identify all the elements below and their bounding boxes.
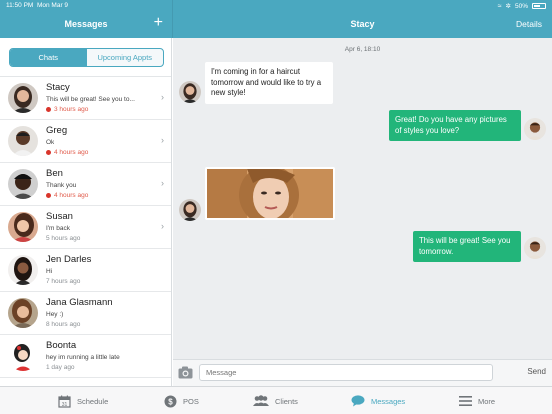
tab-pos[interactable]: $ POS [164, 387, 199, 414]
chevron-right-icon: › [161, 178, 164, 188]
message-time: 8 hours ago [46, 321, 81, 328]
avatar [179, 81, 201, 103]
contact-name: Greg [46, 125, 68, 136]
status-time: 11:50 PM Mon Mar 9 [6, 2, 68, 9]
avatar [8, 126, 38, 156]
message-preview: Hi [46, 268, 53, 275]
conversation-thread: Apr 6, 18:10 I'm coming in for a haircut… [173, 38, 552, 359]
avatar [179, 199, 201, 221]
chevron-right-icon: › [161, 92, 164, 102]
message-time: 7 hours ago [46, 278, 81, 285]
tab-label: Messages [371, 396, 406, 406]
conversation-item-susan[interactable]: Susan I'm back 5 hours ago › [0, 206, 171, 249]
tab-clients[interactable]: Clients [253, 387, 298, 414]
svg-text:31: 31 [62, 402, 68, 408]
tab-label: Schedule [77, 396, 109, 406]
wifi-icon: ≈ [497, 2, 502, 10]
message-input[interactable] [199, 364, 493, 381]
conversation-item-jana-glasmann[interactable]: Jana Glasmann Hey :) 8 hours ago [0, 292, 171, 335]
messaging-app: 11:50 PM Mon Mar 9 ≈ ✲ 50% Messages + St… [0, 0, 552, 414]
contact-name: Susan [46, 211, 73, 222]
top-bar: 11:50 PM Mon Mar 9 ≈ ✲ 50% Messages + St… [0, 0, 552, 38]
avatar [524, 118, 546, 140]
message-time: 3 hours ago [54, 106, 89, 113]
conversation-header: Stacy Details [173, 12, 552, 38]
tab-label: More [478, 396, 496, 406]
status-bar: 11:50 PM Mon Mar 9 ≈ ✲ 50% [0, 0, 552, 12]
battery-percent: 50% [514, 2, 528, 10]
message-preview: Thank you [46, 182, 77, 189]
upcoming-appts-segment[interactable]: Upcoming Appts [87, 49, 164, 66]
menu-icon [459, 396, 472, 406]
chat-bubble-icon [351, 395, 365, 407]
avatar [8, 298, 38, 328]
svg-text:$: $ [168, 397, 173, 406]
calendar-icon: 31 [58, 395, 71, 408]
details-button[interactable]: Details [516, 19, 542, 29]
tab-bar: 31 Schedule $ POS Clients Messages More [0, 386, 552, 414]
chevron-right-icon: › [161, 135, 164, 145]
incoming-message-bubble: I'm coming in for a haircut tomorrow and… [205, 62, 333, 104]
message-time: 5 hours ago [46, 235, 81, 242]
unread-dot [46, 150, 51, 155]
contact-name: Stacy [46, 82, 70, 93]
avatar [8, 83, 38, 113]
message-composer: Send [173, 359, 552, 386]
contact-name: Jana Glasmann [46, 297, 113, 308]
conversation-list: Stacy This will be great! See you to... … [0, 76, 171, 378]
message-preview: I'm back [46, 225, 70, 232]
status-right: ≈ ✲ 50% [498, 2, 546, 10]
woman-portrait-photo[interactable] [205, 167, 335, 220]
conversation-item-ben[interactable]: Ben Thank you 4 hours ago › [0, 163, 171, 206]
message-preview: This will be great! See you to... [46, 96, 135, 103]
avatar [524, 237, 546, 259]
tab-messages[interactable]: Messages [351, 387, 405, 414]
outgoing-message-bubble: Great! Do you have any pictures of style… [389, 110, 521, 141]
conversation-title: Stacy [350, 19, 375, 29]
plus-icon[interactable]: + [154, 15, 163, 31]
segmented-control: Chats Upcoming Appts [9, 48, 164, 67]
outgoing-message-bubble: This will be great! See you tomorrow. [413, 231, 521, 262]
bluetooth-icon: ✲ [505, 3, 511, 10]
contact-name: Jen Darles [46, 254, 92, 265]
message-preview: Ok [46, 139, 55, 146]
battery-icon [532, 3, 546, 9]
message-time: 4 hours ago [54, 149, 89, 156]
tab-label: Clients [275, 396, 298, 406]
message-preview: hey im running a little late [46, 354, 120, 361]
unread-dot [46, 107, 51, 112]
date-stamp: Apr 6, 18:10 [344, 46, 381, 53]
people-icon [253, 395, 269, 407]
status-date: Mon Mar 9 [36, 2, 69, 9]
tab-label: POS [183, 396, 199, 406]
message-preview: Hey :) [46, 311, 64, 318]
message-time: 1 day ago [46, 364, 75, 371]
messages-title: Messages [64, 19, 108, 29]
tab-more[interactable]: More [459, 387, 495, 414]
message-time: 4 hours ago [54, 192, 89, 199]
camera-icon[interactable] [178, 366, 193, 379]
avatar [8, 255, 38, 285]
conversation-item-boonta[interactable]: Boonta hey im running a little late 1 da… [0, 335, 171, 378]
contact-name: Boonta [46, 340, 77, 351]
status-clock: 11:50 PM [6, 2, 34, 9]
tab-schedule[interactable]: 31 Schedule [58, 387, 108, 414]
avatar [8, 212, 38, 242]
chevron-right-icon: › [161, 221, 164, 231]
dollar-icon: $ [164, 395, 177, 408]
conversation-item-jen-darles[interactable]: Jen Darles Hi 7 hours ago [0, 249, 171, 292]
send-button[interactable]: Send [527, 367, 546, 376]
unread-dot [46, 193, 51, 198]
avatar [8, 341, 38, 371]
conversation-list-panel: Chats Upcoming Appts Stacy This will be … [0, 38, 172, 386]
avatar [8, 169, 38, 199]
messages-header: Messages + [0, 12, 172, 38]
chats-segment[interactable]: Chats [10, 49, 87, 66]
conversation-item-stacy[interactable]: Stacy This will be great! See you to... … [0, 77, 171, 120]
contact-name: Ben [46, 168, 63, 179]
conversation-item-greg[interactable]: Greg Ok 4 hours ago › [0, 120, 171, 163]
